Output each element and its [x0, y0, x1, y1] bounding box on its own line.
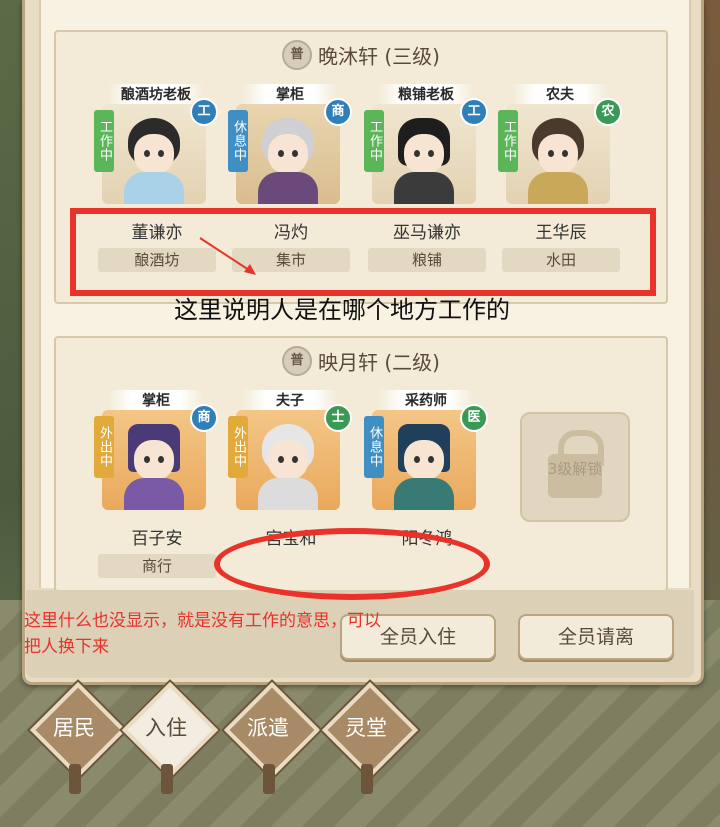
resident-portrait [372, 410, 476, 510]
character-avatar [252, 114, 324, 204]
tab-tassel [69, 764, 81, 794]
resident-card[interactable]: 掌柜 外出中 商 百子安 商行 [94, 390, 220, 590]
character-avatar [118, 420, 190, 510]
resident-portrait [372, 104, 476, 204]
house-title: 普晚沐轩 (三级) [56, 40, 666, 70]
annotation-box [70, 208, 656, 296]
unlock-requirement: 3级解锁 [547, 460, 603, 478]
status-tag: 外出中 [228, 416, 248, 478]
annotation-note-empty: 这里什么也没显示，就是没有工作的意思，可以把人换下来 [24, 611, 381, 657]
resident-role: 采药师 [378, 390, 474, 412]
resident-role: 掌柜 [242, 84, 338, 106]
character-avatar [118, 114, 190, 204]
profession-badge: 商 [324, 98, 352, 126]
character-avatar [388, 420, 460, 510]
all-move-out-button[interactable]: 全员请离 [518, 614, 674, 660]
tab-memorial-hall[interactable]: 灵堂 [321, 681, 419, 794]
house-name: 晚沐轩 (三级) [318, 44, 440, 69]
character-avatar [522, 114, 594, 204]
resident-name: 百子安 [131, 529, 183, 549]
annotation-note-workplace: 这里说明人是在哪个地方工作的 [174, 296, 510, 324]
annotation-arrow-icon [199, 237, 256, 275]
grade-badge: 普 [282, 346, 313, 376]
status-tag: 休息中 [364, 416, 384, 478]
resident-portrait [102, 410, 206, 510]
profession-badge: 士 [324, 404, 352, 432]
profession-badge: 商 [190, 404, 218, 432]
tab-label: 居民 [53, 716, 95, 740]
workplace-label: 商行 [98, 554, 216, 578]
tab-move-in[interactable]: 入住 [121, 681, 219, 794]
status-tag: 外出中 [94, 416, 114, 478]
tab-tassel [263, 764, 275, 794]
profession-badge: 工 [460, 98, 488, 126]
profession-badge: 农 [594, 98, 622, 126]
status-tag: 休息中 [228, 110, 248, 172]
status-tag: 工作中 [364, 110, 384, 172]
house-title: 普映月轩 (二级) [56, 346, 666, 376]
resident-role: 夫子 [242, 390, 338, 412]
grade-badge: 普 [282, 40, 313, 70]
character-avatar [388, 114, 460, 204]
profession-badge: 工 [190, 98, 218, 126]
resident-portrait [236, 104, 340, 204]
resident-portrait [236, 410, 340, 510]
annotation-ellipse [214, 528, 490, 600]
resident-role: 酿酒坊老板 [108, 84, 204, 106]
tab-label: 入住 [145, 716, 187, 740]
character-avatar [252, 420, 324, 510]
locked-slot[interactable]: 3级解锁 [520, 412, 630, 522]
resident-portrait [102, 104, 206, 204]
resident-role: 掌柜 [108, 390, 204, 412]
tab-label: 灵堂 [345, 716, 387, 740]
resident-role: 农夫 [512, 84, 608, 106]
status-tag: 工作中 [94, 110, 114, 172]
tab-tassel [361, 764, 373, 794]
house-name: 映月轩 (二级) [318, 350, 440, 375]
tab-tassel [161, 764, 173, 794]
tab-dispatch[interactable]: 派遣 [223, 681, 321, 794]
resident-role: 粮铺老板 [378, 84, 474, 106]
profession-badge: 医 [460, 404, 488, 432]
tab-label: 派遣 [247, 716, 289, 740]
tab-residents[interactable]: 居民 [29, 681, 127, 794]
status-tag: 工作中 [498, 110, 518, 172]
resident-portrait [506, 104, 610, 204]
